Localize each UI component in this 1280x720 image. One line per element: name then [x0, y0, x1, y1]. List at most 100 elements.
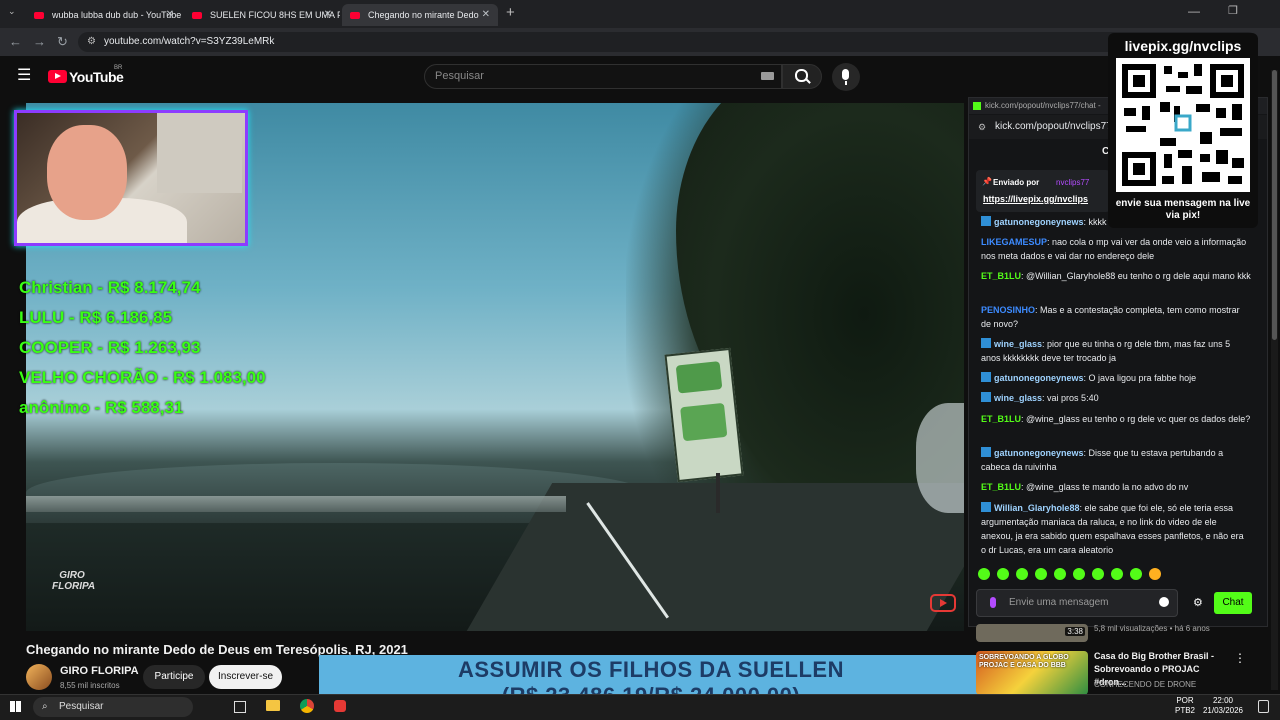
chat-message: LIKEGAMESUP: nao cola o mp vai ver da on… — [981, 235, 1251, 263]
app-icon[interactable] — [334, 700, 346, 712]
chat-url-text: kick.com/popout/nvclips77/ — [995, 121, 1115, 132]
emote-icon[interactable] — [1130, 568, 1142, 580]
chat-window-title-text: kick.com/popout/nvclips77/chat - — [985, 101, 1101, 110]
emoji-icon[interactable] — [1159, 597, 1169, 607]
taskbar-search[interactable]: ⌕ Pesquisar — [33, 697, 193, 717]
chat-message: wine_glass: pior que eu tinha o rg dele … — [981, 337, 1251, 365]
channel-name[interactable]: GIRO FLORIPA — [60, 665, 139, 677]
pinned-link[interactable]: https://livepix.gg/nvclips — [983, 194, 1088, 204]
menu-icon[interactable]: ☰ — [17, 67, 31, 85]
tab-1-title: wubba lubba dub dub - YouTube — [52, 10, 182, 20]
channel-avatar[interactable] — [26, 664, 52, 690]
settings-gear-icon[interactable]: ⚙ — [1193, 596, 1203, 609]
language-indicator[interactable]: POR PTB2 — [1172, 696, 1198, 716]
site-info-icon[interactable]: ⚙ — [978, 115, 986, 139]
close-icon[interactable]: ✕ — [482, 4, 490, 26]
search-input[interactable]: Pesquisar — [424, 64, 782, 89]
task-view-icon[interactable] — [234, 701, 246, 713]
emote-icon[interactable] — [1016, 568, 1028, 580]
subscribe-button[interactable]: Inscrever-se — [209, 665, 282, 689]
maximize-button[interactable]: ❐ — [1228, 4, 1238, 17]
tab-2[interactable]: SUELEN FICOU 8HS EM UMA PI ✕ — [184, 4, 340, 26]
notification-icon[interactable] — [1258, 700, 1269, 713]
webcam-window-frame — [157, 113, 242, 193]
tab-1[interactable]: wubba lubba dub dub - YouTube ✕ — [26, 4, 182, 26]
chat-message: PENOSINHO: Mas e a contestação completa,… — [981, 303, 1251, 331]
reload-icon[interactable]: ↻ — [57, 34, 68, 50]
recommendation-thumbnail[interactable]: SOBREVOANDO A GLOBO PROJAC E CASA DO BBB — [976, 651, 1088, 695]
channel-watermark: GIRO FLORIPA — [52, 570, 95, 592]
emote-icon[interactable] — [1149, 568, 1161, 580]
search-icon: ⌕ — [42, 701, 48, 712]
forward-icon[interactable]: → — [33, 34, 46, 50]
chat-username[interactable]: LIKEGAMESUP — [981, 237, 1047, 247]
chrome-icon[interactable] — [300, 699, 314, 713]
site-info-icon[interactable]: ⚙ — [87, 32, 96, 52]
emote-icon[interactable] — [1092, 568, 1104, 580]
donor-line-4: VELHO CHORÃO - R$ 1.083,00 — [19, 368, 266, 387]
tab-list-button[interactable]: ⌄ — [8, 6, 16, 17]
chat-username[interactable]: wine_glass — [994, 339, 1042, 349]
tab-2-title: SUELEN FICOU 8HS EM UMA PI — [210, 10, 340, 20]
tab-3-active[interactable]: Chegando no mirante Dedo ✕ — [342, 4, 498, 26]
webcam-person-face — [47, 125, 127, 220]
close-icon[interactable]: ✕ — [166, 4, 174, 26]
chat-username[interactable]: wine_glass — [994, 393, 1042, 403]
chat-username[interactable]: ET_B1LU — [981, 414, 1021, 424]
scrollbar-thumb[interactable] — [1272, 70, 1277, 340]
pin-icon: 📌 — [982, 177, 992, 186]
recommendation-age: há 6 anos — [1174, 624, 1210, 633]
file-explorer-icon[interactable] — [266, 700, 280, 711]
emote-icon[interactable] — [1111, 568, 1123, 580]
emote-icon[interactable] — [978, 568, 990, 580]
emote-icon[interactable] — [1035, 568, 1047, 580]
new-tab-button[interactable]: + — [506, 4, 515, 21]
chat-text: kkkk — [1086, 217, 1107, 227]
recommendation-channel[interactable]: CONHECENDO DE DRONE — [1094, 680, 1196, 689]
donor-line-2: LULU - R$ 6.186,85 — [19, 308, 173, 327]
chat-message-input[interactable]: Envie uma mensagem — [976, 589, 1178, 617]
qr-title: livepix.gg/nvclips — [1124, 38, 1242, 54]
chat-send-button[interactable]: Chat — [1214, 592, 1252, 614]
windows-start-icon[interactable] — [10, 701, 21, 712]
back-icon[interactable]: ← — [9, 34, 22, 50]
chat-message: ET_B1LU: @Willian_Glaryhole88 eu tenho o… — [981, 269, 1251, 283]
minimize-button[interactable]: — — [1188, 4, 1200, 18]
chat-username[interactable]: gatunonegoneynews — [994, 373, 1084, 383]
chat-message: ET_B1LU: @wine_glass te mando la no advo… — [981, 480, 1251, 494]
emote-icon[interactable] — [1073, 568, 1085, 580]
user-badge-icon — [981, 216, 991, 226]
keyboard-icon[interactable] — [761, 72, 774, 80]
chat-text: vai pros 5:40 — [1044, 393, 1099, 403]
clock-time: 22:00 — [1212, 696, 1234, 705]
chat-username[interactable]: PENOSINHO — [981, 305, 1035, 315]
clock-date: 21/03/2026 — [1202, 706, 1244, 715]
url-text: youtube.com/watch?v=S3YZ39LeMRk — [104, 36, 275, 47]
qr-caption: envie sua mensagem na live via pix! — [1115, 198, 1251, 221]
voice-search-button[interactable] — [832, 63, 860, 91]
chat-username[interactable]: ET_B1LU — [981, 271, 1021, 281]
chat-text: @Willian_Glaryhole88 eu tenho o rg dele … — [1023, 271, 1251, 281]
join-button[interactable]: Participe — [143, 665, 205, 689]
chat-message: ET_B1LU: @wine_glass eu tenho o rg dele … — [981, 412, 1251, 426]
chat-username[interactable]: Willian_Glaryhole88 — [994, 503, 1079, 513]
microphone-icon — [842, 69, 849, 80]
chat-username[interactable]: gatunonegoneynews — [994, 448, 1084, 458]
search-button[interactable] — [782, 64, 822, 89]
recommendation-thumbnail[interactable]: 3:38 — [976, 624, 1088, 642]
system-clock[interactable]: 22:00 21/03/2026 — [1198, 696, 1248, 716]
chat-username[interactable]: gatunonegoneynews — [994, 217, 1084, 227]
youtube-favicon-icon — [350, 12, 360, 20]
youtube-watermark-icon[interactable] — [930, 594, 956, 612]
emote-icon[interactable] — [997, 568, 1009, 580]
user-badge-icon — [981, 447, 991, 457]
more-options-icon[interactable]: ⋮ — [1234, 651, 1246, 665]
emote-icon[interactable] — [1054, 568, 1066, 580]
chat-message: gatunonegoneynews: O java ligou pra fabb… — [981, 371, 1251, 385]
close-icon[interactable]: ✕ — [324, 4, 332, 26]
sign-panel-top — [675, 361, 723, 394]
language-code: POR — [1176, 696, 1194, 705]
donor-line-3: COOPER - R$ 1.263,93 — [19, 338, 201, 357]
chat-username[interactable]: ET_B1LU — [981, 482, 1021, 492]
url-field[interactable]: ⚙ youtube.com/watch?v=S3YZ39LeMRk — [78, 32, 1258, 52]
